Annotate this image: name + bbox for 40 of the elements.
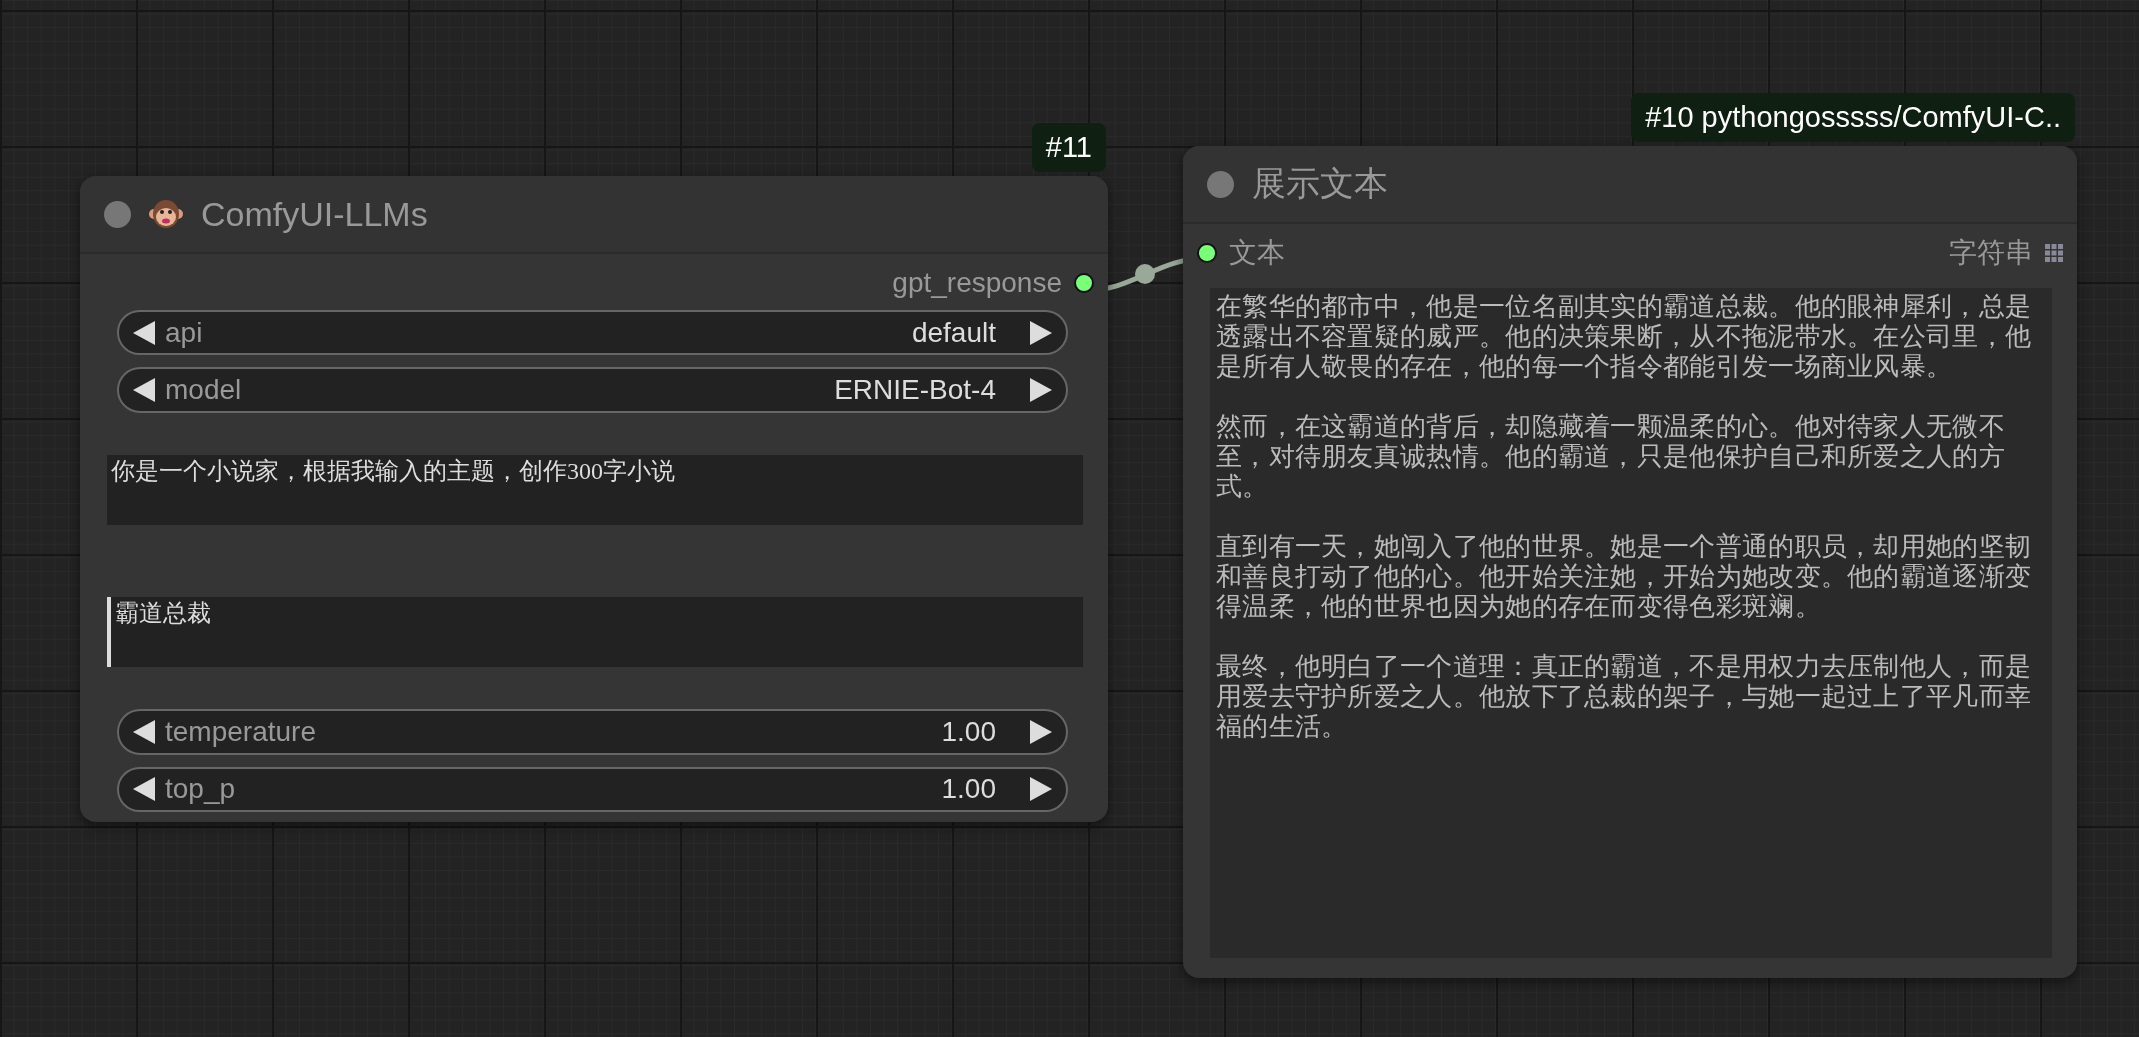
left-arrow-icon[interactable] [133,777,155,802]
right-arrow-icon[interactable] [1030,320,1052,345]
widget-value: 1.00 [941,773,996,806]
collapse-dot-icon[interactable] [104,200,131,228]
node-title: 展示文本 [1252,163,1388,204]
story-paragraph: 在繁华的都市中，他是一位名副其实的霸道总裁。他的眼神犀利，总是透露出不容置疑的威严。他的决策果断，从不拖泥带水。在公司里，他是所有人敬畏的存在，他的每一个指令都能引发一场商业风暴。 [1216,292,2033,382]
left-arrow-icon[interactable] [133,377,155,402]
story-paragraph: 然而，在这霸道的背后，却隐藏着一颗温柔的心。他对待家人无微不至，对待朋友真诚热情。他的霸道，只是他保护自己和所爱之人的方式。 [1216,412,2006,502]
output-slot-dot[interactable] [1074,273,1094,293]
node-title-bar[interactable]: ComfyUI-LLMs [80,176,1108,254]
combo-widget[interactable]: api default [117,310,1068,356]
right-arrow-icon[interactable] [1030,377,1052,402]
right-arrow-icon[interactable] [1030,720,1052,745]
input-slot-dot[interactable] [1197,243,1217,263]
widget-value: ERNIE-Bot-4 [834,373,996,406]
grid-dots-icon [2045,244,2063,262]
node-title: ComfyUI-LLMs [201,194,428,234]
widget-value: 1.00 [941,716,996,749]
text-input[interactable]: 霸道总裁 [107,597,1083,668]
story-paragraph: 直到有一天，她闯入了他的世界。她是一个普通的职员，却用她的坚韧和善良打动了他的心。他开始关注她，开始为她改变。他的霸道逐渐变得温柔，他的世界也因为她的存在而变得色彩斑斓。 [1216,532,2033,622]
widget-label: model [165,373,243,406]
node-title-bar[interactable]: 展示文本 [1183,146,2077,224]
widget-label: api [165,316,204,349]
text-input[interactable]: 你是一个小说家，根据我输入的主题，创作300字小说 [107,454,1083,526]
number-widget[interactable]: temperature 1.00 [117,709,1068,755]
combo-widget[interactable]: model ERNIE-Bot-4 [117,367,1068,413]
widget-label: temperature [165,716,317,749]
left-arrow-icon[interactable] [133,720,155,745]
slot-label: 文本 [1229,236,1285,270]
slot-type: 字符串 [1949,236,2033,270]
right-arrow-icon[interactable] [1030,777,1052,802]
collapse-dot-icon[interactable] [1207,170,1234,198]
widget-value: default [911,316,996,349]
number-widget[interactable]: top_p 1.00 [117,766,1068,813]
left-arrow-icon[interactable] [133,320,155,345]
story-paragraph: 最终，他明白了一个道理：真正的霸道，不是用权力去压制他人，而是用爱去守护所爱之人。他放下了总裁的架子，与她一起过上了平凡而幸福的生活。 [1216,652,2033,742]
widget-label: top_p [165,773,237,806]
node-id-badge: #10 pythongosssss/ComfyUI-C.. [1631,93,2075,142]
node-id-badge: #11 [1031,123,1106,172]
slot-label: gpt_response [892,267,1062,299]
